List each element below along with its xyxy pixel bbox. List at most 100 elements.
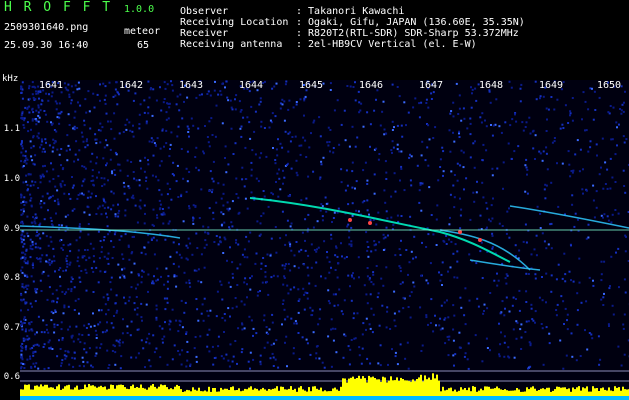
- noise-speck: [115, 81, 118, 84]
- noise-speck: [229, 246, 231, 249]
- noise-speck: [468, 299, 471, 302]
- level-bar-segment: [164, 384, 166, 396]
- noise-speck: [331, 327, 334, 330]
- noise-speck: [608, 325, 610, 327]
- level-bar-segment: [410, 381, 412, 396]
- noise-speck: [95, 266, 98, 269]
- noise-speck: [200, 253, 203, 256]
- level-bar-segment: [208, 386, 210, 396]
- noise-speck: [295, 101, 298, 103]
- noise-speck: [192, 219, 194, 222]
- level-bar-segment: [314, 386, 316, 396]
- noise-speck: [265, 326, 268, 328]
- noise-speck: [400, 215, 403, 217]
- noise-speck: [246, 296, 248, 299]
- noise-speck: [96, 176, 98, 179]
- noise-speck: [315, 352, 318, 355]
- noise-speck: [112, 192, 115, 195]
- noise-speck: [243, 185, 246, 188]
- noise-speck: [385, 326, 388, 329]
- noise-speck: [241, 348, 244, 351]
- noise-speck: [226, 201, 229, 204]
- level-bar-segment: [102, 387, 104, 396]
- noise-speck: [247, 360, 250, 363]
- noise-speck: [566, 328, 569, 331]
- noise-speck: [606, 168, 609, 171]
- noise-speck: [21, 256, 24, 259]
- noise-speck: [56, 301, 58, 304]
- noise-speck: [89, 196, 92, 199]
- level-bar-segment: [506, 390, 508, 396]
- noise-speck: [27, 284, 30, 287]
- noise-speck: [333, 211, 336, 214]
- noise-speck: [577, 218, 579, 221]
- noise-speck: [529, 132, 532, 135]
- noise-speck: [69, 197, 72, 200]
- noise-speck: [620, 109, 623, 112]
- noise-speck: [34, 222, 37, 225]
- noise-speck: [308, 282, 311, 285]
- noise-speck: [486, 347, 489, 349]
- noise-speck: [254, 262, 257, 265]
- noise-speck: [471, 88, 474, 91]
- noise-speck: [352, 317, 355, 320]
- noise-speck: [458, 107, 461, 110]
- noise-speck: [269, 254, 272, 257]
- noise-speck: [447, 316, 450, 319]
- noise-speck: [225, 353, 228, 356]
- noise-speck: [623, 185, 626, 187]
- noise-speck: [48, 347, 51, 350]
- level-bar-segment: [330, 391, 332, 396]
- noise-speck: [194, 156, 197, 158]
- noise-speck: [315, 357, 318, 360]
- level-bar-segment: [238, 388, 240, 396]
- noise-speck: [519, 328, 522, 331]
- noise-speck: [48, 93, 50, 96]
- noise-speck: [24, 338, 27, 341]
- noise-speck: [60, 164, 62, 167]
- noise-speck: [348, 236, 351, 239]
- noise-speck: [118, 238, 121, 241]
- noise-speck: [386, 306, 389, 309]
- level-bar-segment: [348, 378, 350, 396]
- level-bar-segment: [596, 388, 598, 396]
- noise-speck: [200, 281, 203, 284]
- noise-speck: [129, 334, 132, 337]
- noise-speck: [539, 95, 542, 98]
- noise-speck: [419, 306, 422, 309]
- noise-speck: [26, 107, 29, 110]
- level-bar-segment: [56, 386, 58, 396]
- noise-speck: [22, 154, 25, 157]
- noise-speck: [307, 175, 310, 178]
- noise-speck: [22, 208, 25, 211]
- noise-speck: [611, 176, 614, 179]
- noise-speck: [275, 82, 278, 85]
- level-bar-segment: [188, 390, 190, 396]
- noise-speck: [271, 352, 274, 355]
- noise-speck: [351, 125, 354, 128]
- level-bar-segment: [364, 378, 366, 396]
- noise-speck: [362, 125, 365, 128]
- noise-speck: [564, 280, 567, 283]
- noise-speck: [117, 203, 119, 206]
- level-bar-segment: [134, 387, 136, 396]
- noise-speck: [241, 323, 244, 326]
- noise-speck: [464, 287, 467, 290]
- noise-speck: [195, 360, 198, 363]
- level-bar-segment: [340, 386, 342, 396]
- noise-speck: [212, 180, 215, 183]
- noise-speck: [36, 343, 39, 346]
- noise-speck: [100, 309, 103, 312]
- noise-speck: [446, 335, 449, 338]
- level-bar-segment: [38, 386, 40, 396]
- level-bar-segment: [156, 388, 158, 396]
- noise-speck: [23, 316, 26, 319]
- noise-speck: [78, 364, 81, 367]
- noise-speck: [436, 204, 439, 207]
- noise-speck: [107, 179, 109, 182]
- noise-speck: [85, 289, 88, 292]
- level-bar-segment: [550, 391, 552, 396]
- level-bar-segment: [270, 389, 272, 396]
- noise-speck: [43, 367, 46, 370]
- noise-speck: [159, 207, 162, 210]
